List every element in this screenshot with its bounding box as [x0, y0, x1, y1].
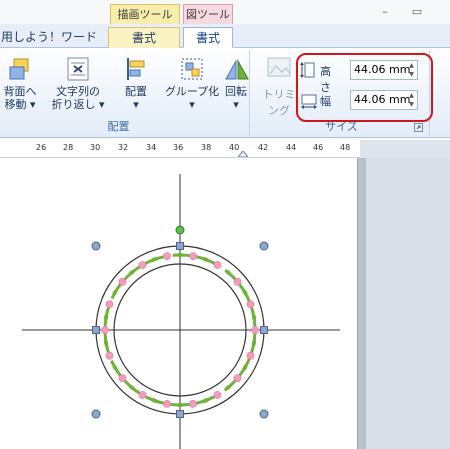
- ruler-tick: 48: [340, 143, 351, 152]
- size-dialog-launcher-icon[interactable]: [414, 123, 423, 132]
- ruler-tick: 42: [258, 143, 269, 152]
- resize-handle-bottom[interactable]: [176, 410, 184, 418]
- arrange-group-label: 配置: [107, 120, 130, 133]
- resize-handle-bottom-left[interactable]: [91, 409, 101, 419]
- send-backward-icon: [9, 58, 29, 80]
- group-icon: [181, 58, 203, 80]
- tab-picture-format[interactable]: 書式: [183, 27, 233, 48]
- arrange-group: 背面へ 移動 ▾ 文字列の 折り返し ▾ 配置 ▾ グループ化 ▾ 回転 ▾ 配…: [0, 50, 250, 136]
- wreath-flower: [138, 391, 147, 399]
- ruler-tick: 28: [63, 143, 74, 152]
- wreath-flower: [246, 300, 255, 309]
- wreath-leaf: [176, 403, 184, 407]
- wreath-flower: [251, 326, 259, 334]
- minimize-button[interactable]: –: [376, 5, 394, 19]
- rotation-handle[interactable]: [175, 225, 185, 235]
- wreath-flower: [233, 277, 242, 286]
- rotate-icon: [225, 59, 249, 80]
- wreath-flower: [246, 351, 255, 360]
- resize-handle-left[interactable]: [92, 326, 100, 334]
- tab-drawing-format[interactable]: 書式: [108, 27, 180, 48]
- drawing-tools-group: 描画ツール: [110, 4, 180, 24]
- wreath-flower: [105, 300, 114, 309]
- text-wrap-button[interactable]: 文字列の 折り返し ▾: [50, 52, 106, 114]
- resize-handle-top-left[interactable]: [91, 241, 101, 251]
- ruler-tick: 44: [286, 143, 297, 152]
- trimming-label: トリミング: [262, 88, 296, 117]
- ruler-tick: 46: [313, 143, 324, 152]
- text-wrap-label: 文字列の 折り返し ▾: [51, 85, 105, 111]
- resize-handle-top[interactable]: [176, 242, 184, 250]
- wreath-flower: [163, 252, 171, 260]
- ruler-tick: 38: [201, 143, 212, 152]
- wreath-flower: [213, 261, 222, 269]
- trimming-button[interactable]: トリミング: [258, 54, 300, 117]
- ruler-tick: 34: [146, 143, 157, 152]
- document-page: [0, 158, 358, 449]
- wreath-flower: [101, 326, 109, 334]
- wreath-flower: [138, 261, 147, 269]
- wreath-flower: [105, 351, 114, 360]
- wreath-flower: [163, 399, 171, 408]
- wreath-flower: [118, 374, 127, 383]
- ribbon-tab-row: 用しよう！ワード 書式 書式: [0, 24, 450, 48]
- align-label: 配置 ▾: [125, 85, 147, 111]
- send-backward-label: 背面へ 移動 ▾: [3, 85, 37, 111]
- picture-tools-group: 図ツール: [183, 4, 233, 24]
- ruler-tick: 36: [173, 143, 184, 152]
- title-strip: 描画ツール 図ツール – ▭: [0, 0, 450, 24]
- resize-handle-top-right[interactable]: [259, 241, 269, 251]
- wreath-flower: [213, 391, 222, 399]
- text-wrap-icon: [67, 57, 89, 81]
- wreath-leaf: [176, 253, 184, 257]
- horizontal-ruler: 26 28 30 32 34 36 38 40 42 44 46 48: [0, 140, 360, 158]
- ruler-indent-marker-icon[interactable]: [238, 151, 248, 157]
- wreath-canvas: [22, 174, 340, 449]
- align-icon: [127, 58, 145, 80]
- wreath-flower: [118, 277, 127, 286]
- trimming-icon: [267, 57, 291, 77]
- send-backward-button[interactable]: 背面へ 移動 ▾: [0, 52, 48, 114]
- align-button[interactable]: 配置 ▾: [108, 52, 164, 114]
- tab-addin[interactable]: 用しよう！ワード: [0, 27, 98, 48]
- resize-handle-bottom-right[interactable]: [259, 409, 269, 419]
- wreath-flower: [233, 374, 242, 383]
- restore-button[interactable]: ▭: [408, 5, 426, 19]
- page-shadow: [358, 158, 366, 449]
- ruler-tick: 26: [36, 143, 47, 152]
- size-highlight-box: [296, 53, 433, 122]
- wreath-flower: [189, 252, 197, 260]
- wreath-flower: [189, 399, 197, 408]
- resize-handle-right[interactable]: [260, 326, 268, 334]
- ruler-tick: 30: [90, 143, 101, 152]
- ruler-tick: 32: [118, 143, 129, 152]
